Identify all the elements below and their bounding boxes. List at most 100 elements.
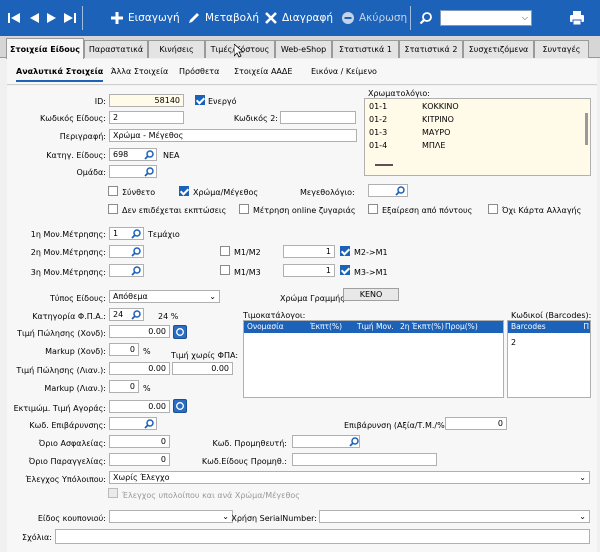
tab-label: Συσχετιζόμενα: [468, 45, 529, 54]
type-select[interactable]: Απόθεμα ⌄: [109, 290, 220, 303]
m1m3-checkbox[interactable]: [220, 265, 230, 275]
surcharge-field[interactable]: 0: [445, 417, 507, 430]
colorchart-scrollbar[interactable]: [585, 113, 588, 145]
no-discount-checkbox[interactable]: [108, 204, 118, 214]
color-line-button[interactable]: ΚΕΝΟ: [343, 288, 399, 301]
m1m2-label: Μ1/Μ2: [234, 248, 261, 257]
price-novat-field[interactable]: 0.00: [172, 362, 233, 375]
prev-record-button[interactable]: [26, 0, 42, 36]
code2-field[interactable]: [280, 111, 356, 124]
chevron-down-icon: ⌄: [209, 292, 216, 301]
category-name: ΝΕΑ: [163, 151, 180, 160]
col-header: Τιμή Μον.: [357, 322, 394, 331]
tab-label: Στοιχεία Είδους: [10, 44, 80, 54]
tab-item-details[interactable]: Στοιχεία Είδους: [6, 38, 84, 59]
calculator-button[interactable]: [173, 325, 187, 339]
minus-circle-icon: [342, 12, 354, 24]
order-limit-field[interactable]: 0: [109, 453, 170, 466]
print-button[interactable]: [569, 0, 585, 36]
m1m2-field[interactable]: 1: [283, 245, 335, 258]
m1m3-label: Μ1/Μ3: [234, 268, 261, 277]
insert-button[interactable]: Εισαγωγή: [110, 0, 180, 36]
subtab-other[interactable]: Άλλα Στοιχεία: [111, 67, 168, 76]
description-field[interactable]: Χρώμα - Μέγεθος: [109, 129, 357, 142]
search-icon: [419, 12, 432, 25]
mu1-search-icon[interactable]: [129, 227, 142, 240]
barcode-cell[interactable]: 2: [511, 338, 516, 347]
edit-button[interactable]: Μεταβολή: [187, 0, 259, 36]
colorchart-color: ΚΟΚΚΙΝΟ: [422, 102, 459, 111]
colorchart-hscroll[interactable]: [375, 164, 393, 166]
m2m1-checkbox[interactable]: [340, 246, 350, 256]
last-record-button[interactable]: [62, 0, 78, 36]
tab-stats-1[interactable]: Στατιστικά 1: [332, 40, 399, 58]
col-header: Προμ(%): [445, 322, 478, 331]
no-card-checkbox[interactable]: [488, 204, 498, 214]
sizechart-label: Μεγεθολόγιο:: [300, 188, 355, 197]
est-price-field[interactable]: 0.00: [109, 400, 170, 413]
category-search-icon[interactable]: [142, 148, 155, 161]
cancel-button[interactable]: Ακύρωση: [341, 0, 407, 36]
balance-label: Έλεγχος Υπόλοιπου:: [25, 475, 106, 484]
balance-select[interactable]: Χωρίς Έλεγχο ⌄: [109, 471, 590, 484]
colorsize-checkbox[interactable]: [179, 186, 189, 196]
tab-recipes[interactable]: Συνταγές: [534, 40, 589, 58]
vat-label: Κατηγορία Φ.Π.Α.:: [32, 312, 106, 321]
exclude-points-checkbox[interactable]: [368, 204, 378, 214]
search-combo[interactable]: ⌵: [440, 10, 532, 26]
group-search-icon[interactable]: [142, 165, 155, 178]
markup-retail-field[interactable]: 0: [109, 380, 139, 393]
markup-wholesale-field[interactable]: 0: [109, 343, 139, 356]
next-record-button[interactable]: [44, 0, 60, 36]
coupon-select[interactable]: ⌄: [109, 510, 233, 523]
first-record-button[interactable]: [6, 0, 22, 36]
supplier-item-label: Κωδ.Είδους Προμηθ.:: [201, 457, 287, 466]
code-field[interactable]: 2: [109, 111, 184, 124]
subtab-extra[interactable]: Πρόσθετα: [179, 67, 219, 76]
search-button[interactable]: [419, 0, 433, 36]
tab-stats-2[interactable]: Στατιστικά 2: [399, 40, 463, 58]
vat-search-icon[interactable]: [129, 308, 142, 321]
tab-related[interactable]: Συσχετιζόμενα: [463, 40, 534, 58]
comments-field[interactable]: [55, 529, 590, 544]
subtab-aade[interactable]: Στοιχεία ΑΑΔΕ: [234, 67, 292, 76]
color-line-label: Χρώμα Γραμμής:: [280, 294, 348, 303]
markup-retail-label: Markup (Λιαν.):: [44, 384, 106, 393]
sizechart-search-icon[interactable]: [393, 184, 406, 197]
surcharge-search-icon[interactable]: [142, 417, 155, 430]
tab-movements[interactable]: Κινήσεις: [148, 40, 205, 58]
active-checkbox[interactable]: [195, 95, 205, 105]
no-card-label: Όχι Κάρτα Αλλαγής: [502, 206, 582, 215]
order-limit-label: Όριο Παραγγελίας:: [28, 457, 106, 466]
m1m3-field[interactable]: 1: [283, 264, 335, 277]
subtab-image-text[interactable]: Εικόνα / Κείμενο: [311, 67, 377, 76]
price-wholesale-field[interactable]: 0.00: [109, 325, 170, 338]
surcharge-code-label: Κωδ. Επιβάρυνσης:: [29, 421, 106, 430]
tab-documents[interactable]: Παραστατικά: [84, 40, 148, 58]
safety-field[interactable]: 0: [109, 435, 170, 448]
serial-select[interactable]: ⌄: [319, 510, 590, 523]
price-retail-field[interactable]: 0.00: [109, 362, 170, 375]
barcodes-grid[interactable]: Barcodes Π 2: [507, 320, 591, 398]
mu2-search-icon[interactable]: [129, 245, 142, 258]
mu3-search-icon[interactable]: [129, 264, 142, 277]
subtab-analytic[interactable]: Αναλυτικά Στοιχεία: [16, 67, 104, 82]
calculator-button[interactable]: [173, 399, 187, 413]
price-novat-label: Τιμή χωρίς ΦΠΑ:: [171, 351, 239, 360]
supplier-item-field[interactable]: [292, 453, 437, 466]
pricelists-grid[interactable]: Ονομασία Έκπτ(%) Τιμή Μον. 2η Έκπτ(%) Πρ…: [243, 320, 504, 398]
id-field[interactable]: 58140: [109, 94, 184, 107]
compound-checkbox[interactable]: [108, 186, 118, 196]
tab-label: Web-eShop: [280, 45, 327, 54]
percent-sign: %: [143, 384, 151, 393]
m1m2-checkbox[interactable]: [220, 246, 230, 256]
compound-label: Σύνθετο: [122, 188, 156, 197]
m3m1-checkbox[interactable]: [340, 265, 350, 275]
online-scale-checkbox[interactable]: [239, 204, 249, 214]
col-header: Π: [583, 322, 589, 331]
supplier-search-icon[interactable]: [347, 435, 360, 448]
colorchart-list[interactable]: 01-1 ΚΟΚΚΙΝΟ 01-2 ΚΙΤΡΙΝΟ 01-3 ΜΑΥΡΟ 01-…: [364, 98, 591, 176]
tab-web-eshop[interactable]: Web-eShop: [275, 40, 332, 58]
delete-button[interactable]: Διαγραφή: [264, 0, 333, 36]
balance-colorsize-checkbox[interactable]: [108, 488, 118, 498]
